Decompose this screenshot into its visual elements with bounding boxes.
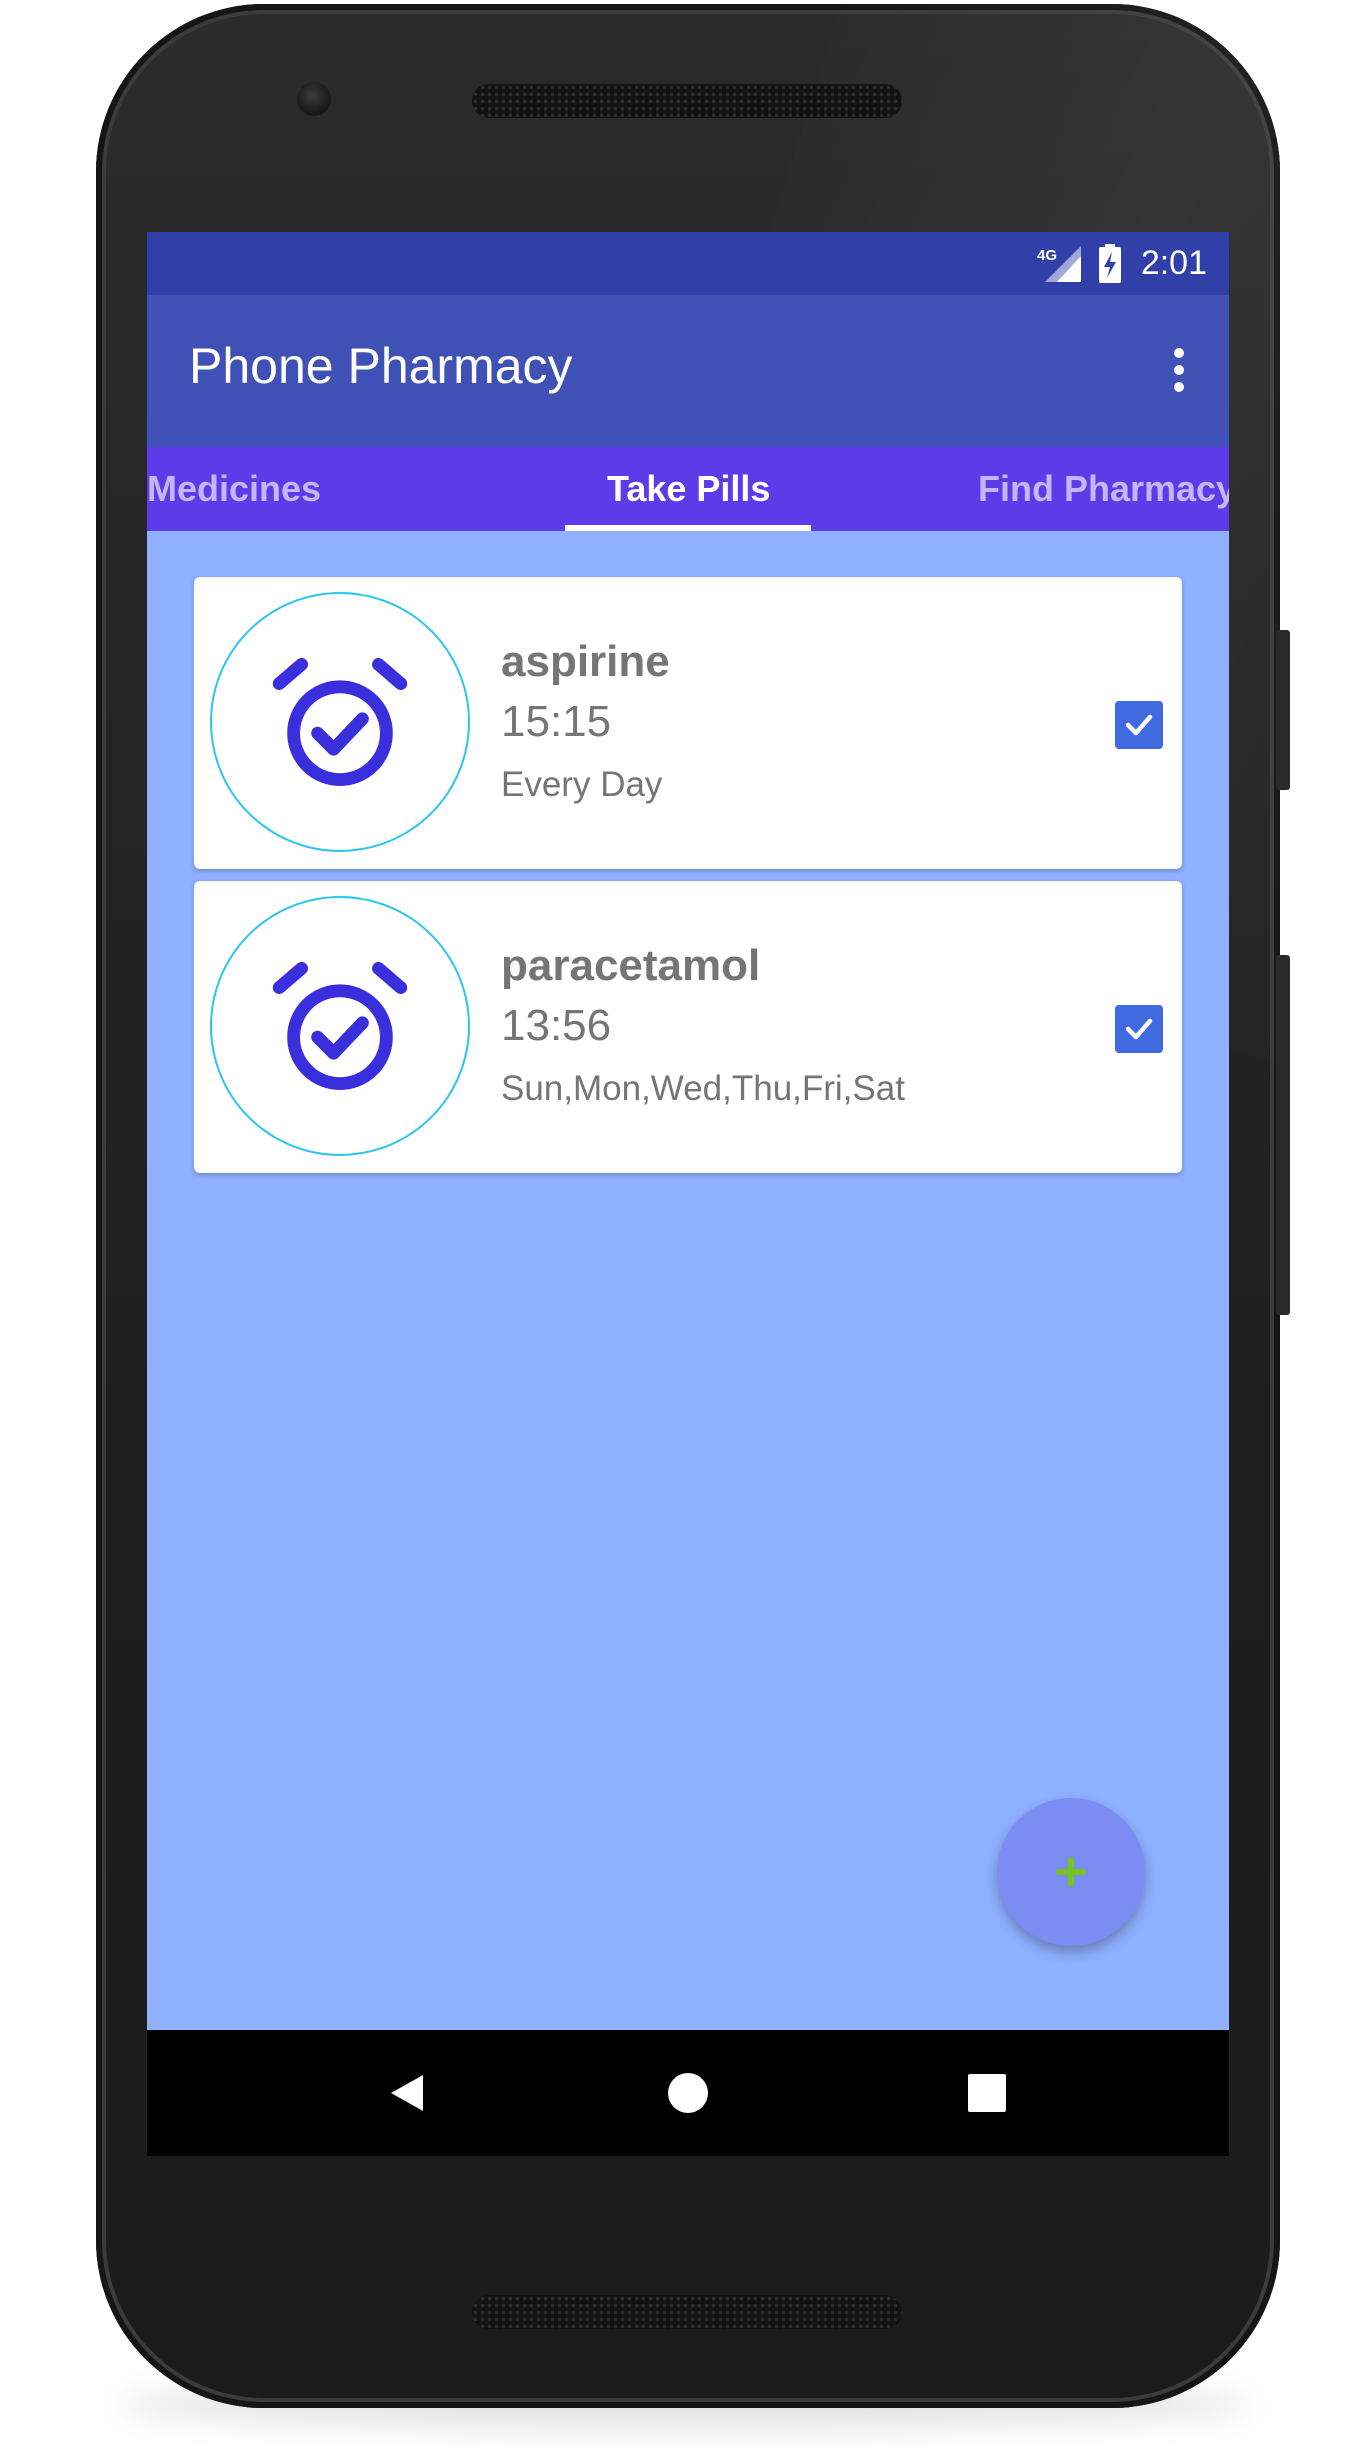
- back-icon: [391, 2075, 423, 2111]
- reminder-checkbox[interactable]: [1115, 701, 1163, 749]
- check-icon: [1125, 1018, 1153, 1040]
- medicine-name: aspirine: [501, 637, 670, 686]
- app-bar: Phone Pharmacy: [147, 295, 1229, 447]
- alarm-avatar: [210, 896, 470, 1156]
- battery-charging-icon: [1097, 243, 1123, 284]
- top-speaker: [472, 84, 902, 118]
- tab-bar: Medicines Take Pills Find Pharmacy: [147, 447, 1229, 531]
- tab-medicines[interactable]: Medicines: [147, 447, 321, 531]
- network-type-label: 4G: [1037, 247, 1057, 264]
- power-button: [1276, 630, 1290, 790]
- reminder-checkbox[interactable]: [1115, 1005, 1163, 1053]
- back-button[interactable]: [347, 2030, 467, 2156]
- reminder-card-paracetamol[interactable]: paracetamol 13:56 Sun,Mon,Wed,Thu,Fri,Sa…: [194, 881, 1182, 1173]
- reminder-card-aspirine[interactable]: aspirine 15:15 Every Day: [194, 577, 1182, 869]
- front-camera: [297, 82, 331, 116]
- reminder-time: 13:56: [501, 1001, 612, 1050]
- bottom-speaker: [472, 2295, 902, 2329]
- navigation-bar: [147, 2030, 1229, 2156]
- alarm-check-icon: [272, 658, 408, 786]
- recents-icon: [968, 2074, 1006, 2112]
- status-bar: 4G 2:01: [147, 232, 1229, 295]
- tab-find-pharmacy[interactable]: Find Pharmacy: [978, 447, 1229, 531]
- more-vert-icon[interactable]: [1159, 335, 1199, 405]
- home-button[interactable]: [628, 2030, 748, 2156]
- phone-screen: 4G 2:01 Phone Pharmacy Medicines Take Pi…: [147, 232, 1229, 2156]
- status-time: 2:01: [1140, 244, 1207, 282]
- medicine-name: paracetamol: [501, 941, 761, 990]
- reminder-time: 15:15: [501, 697, 612, 746]
- tab-take-pills[interactable]: Take Pills: [607, 447, 770, 531]
- volume-button: [1276, 955, 1290, 1315]
- reminder-days: Sun,Mon,Wed,Thu,Fri,Sat: [501, 1069, 905, 1108]
- reminder-days: Every Day: [501, 765, 663, 804]
- alarm-avatar: [210, 592, 470, 852]
- signal-icon: 4G: [1037, 244, 1083, 284]
- check-icon: [1125, 714, 1153, 736]
- add-reminder-button[interactable]: [997, 1798, 1145, 1946]
- alarm-check-icon: [272, 962, 408, 1090]
- home-icon: [668, 2073, 708, 2113]
- app-title: Phone Pharmacy: [189, 338, 573, 394]
- add-icon: [1056, 1857, 1086, 1887]
- recents-button[interactable]: [927, 2030, 1047, 2156]
